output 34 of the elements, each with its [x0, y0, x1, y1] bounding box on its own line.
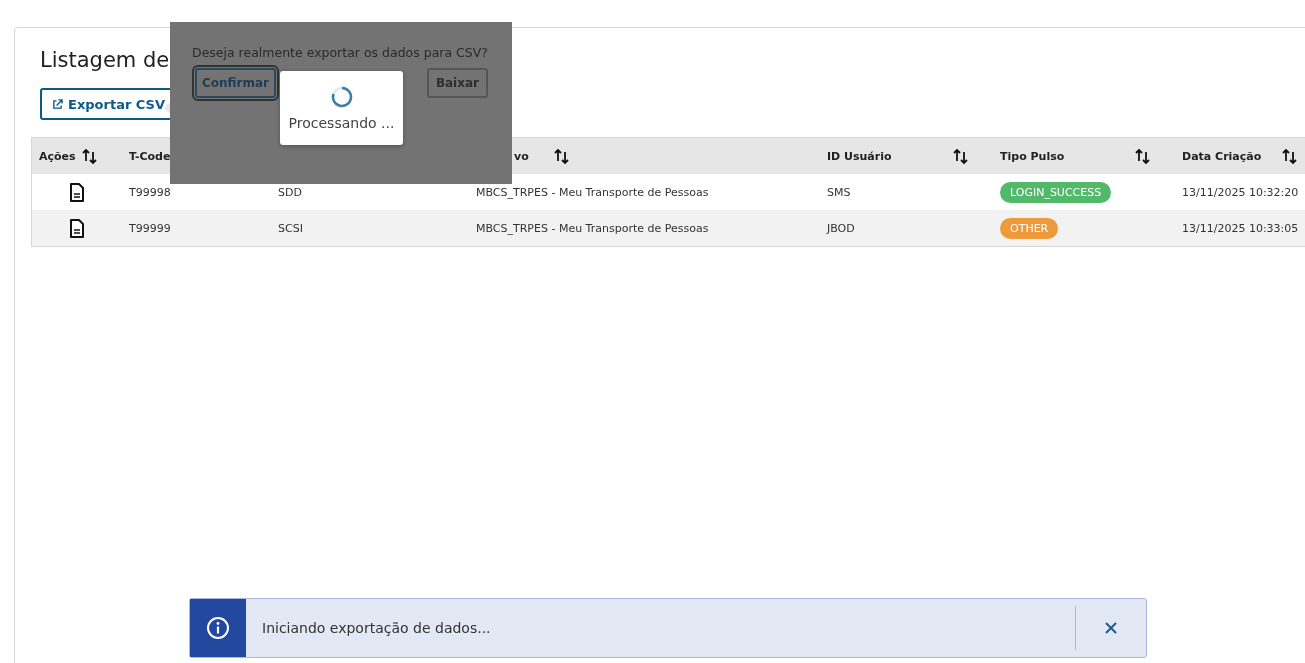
column-header[interactable]: Data Criação: [1182, 149, 1262, 163]
confirm-question: Deseja realmente exportar os dados para CSV?: [192, 45, 488, 60]
table-cell: T99998: [129, 185, 171, 199]
toast-message: Iniciando exportação de dados...: [261, 620, 492, 636]
sort-icon[interactable]: [1281, 147, 1298, 165]
spinner-icon: [329, 85, 354, 109]
info-icon: [206, 616, 230, 640]
external-link-icon: [52, 98, 63, 110]
sort-icon[interactable]: [1134, 147, 1151, 165]
column-header[interactable]: Tipo Pulso: [1000, 149, 1065, 163]
sort-icon[interactable]: [952, 147, 969, 165]
table-cell: SCSI: [278, 221, 303, 235]
page-title: Listagem de: [40, 47, 170, 74]
document-icon[interactable]: [69, 182, 85, 202]
column-header[interactable]: T-Code: [129, 149, 171, 163]
sort-icon[interactable]: [552, 147, 570, 165]
status-tag: LOGIN_SUCCESS: [1000, 181, 1112, 203]
loading-text: Processando ...: [288, 115, 395, 131]
table-cell: SMS: [827, 185, 851, 199]
table-cell: JBOD: [827, 221, 855, 235]
sort-icon[interactable]: [81, 147, 98, 165]
table-cell: MBCS_TRPES - Meu Transporte de Pessoas: [476, 185, 709, 199]
column-header[interactable]: vo: [514, 149, 529, 163]
table-cell: SDD: [278, 185, 302, 199]
table-cell: T99999: [129, 221, 171, 235]
column-header[interactable]: ID Usuário: [827, 149, 892, 163]
table-cell: 13/11/2025 10:33:05: [1182, 221, 1299, 235]
popover-arrow: [164, 102, 170, 114]
table-cell: 13/11/2025 10:32:20: [1182, 185, 1299, 199]
document-icon[interactable]: [69, 218, 85, 238]
close-icon[interactable]: [1104, 621, 1118, 635]
table-cell: MBCS_TRPES - Meu Transporte de Pessoas: [476, 221, 709, 235]
status-tag: OTHER: [1000, 217, 1059, 239]
column-header[interactable]: Ações: [39, 149, 76, 163]
